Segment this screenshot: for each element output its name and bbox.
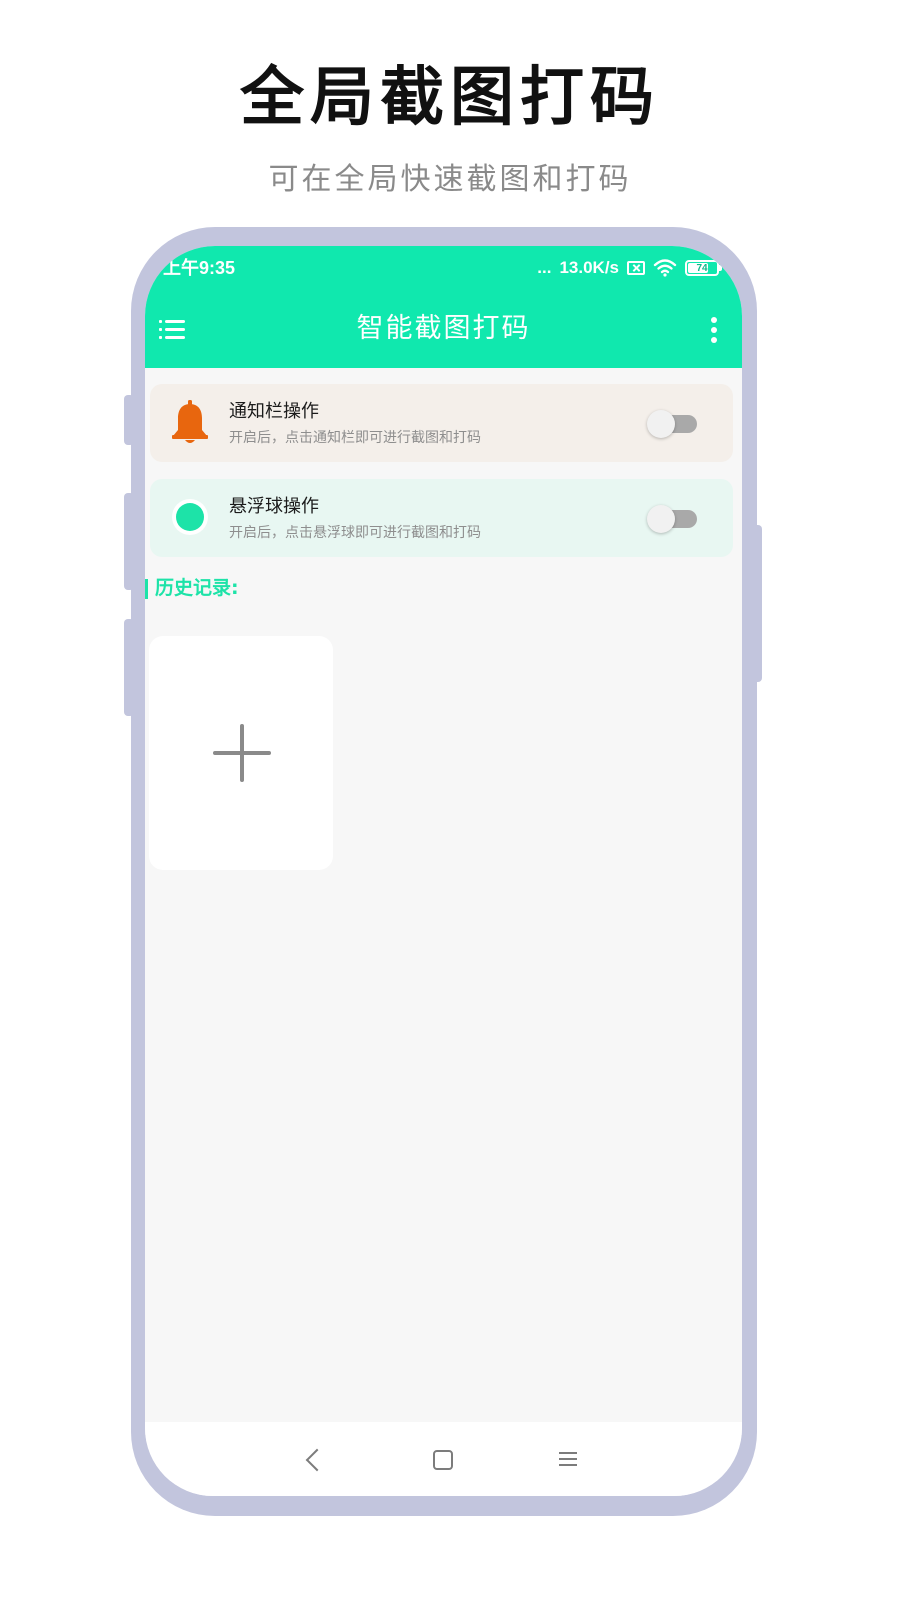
hero-title: 全局截图打码 bbox=[240, 61, 660, 135]
notify-setting-description: 开启后，点击通知栏即可进行截图和打码 bbox=[229, 430, 481, 446]
more-vertical-icon[interactable] bbox=[710, 316, 718, 344]
toolbar-title: 智能截图打码 bbox=[356, 313, 531, 344]
float-setting-title: 悬浮球操作 bbox=[229, 496, 319, 517]
status-time: 上午9:35 bbox=[163, 258, 236, 278]
bell-icon bbox=[172, 400, 208, 443]
status-indicators: ... 13.0K/s 74 bbox=[537, 256, 722, 280]
recents-icon[interactable] bbox=[559, 1451, 577, 1467]
navigation-bar bbox=[145, 1422, 742, 1496]
hero-subtitle: 可在全局快速截图和打码 bbox=[268, 162, 632, 197]
notify-toggle[interactable] bbox=[647, 410, 699, 438]
back-icon[interactable] bbox=[305, 1448, 329, 1472]
app-bar: 上午9:35 ... 13.0K/s 74 智能截图打码 bbox=[145, 246, 742, 368]
wifi-icon bbox=[653, 259, 677, 277]
float-setting-description: 开启后，点击悬浮球即可进行截图和打码 bbox=[229, 525, 481, 541]
battery-level: 74 bbox=[696, 262, 708, 274]
history-accent-bar bbox=[145, 579, 148, 599]
float-setting-card: 悬浮球操作 开启后，点击悬浮球即可进行截图和打码 bbox=[150, 479, 733, 557]
home-icon[interactable] bbox=[433, 1450, 453, 1470]
signal-dots: ... bbox=[537, 258, 552, 277]
history-label: 历史记录: bbox=[155, 577, 239, 599]
floating-ball-icon bbox=[172, 499, 208, 535]
no-sim-icon bbox=[627, 261, 645, 275]
battery-icon: 74 bbox=[685, 260, 722, 276]
notify-setting-title: 通知栏操作 bbox=[229, 401, 319, 422]
notify-setting-card: 通知栏操作 开启后，点击通知栏即可进行截图和打码 bbox=[150, 384, 733, 462]
phone-screen: 上午9:35 ... 13.0K/s 74 智能截图打码 通知栏操作 开启后，点… bbox=[145, 246, 742, 1496]
network-speed: 13.0K/s bbox=[559, 258, 619, 277]
add-screenshot-tile[interactable] bbox=[149, 636, 333, 870]
plus-icon bbox=[213, 724, 271, 782]
float-toggle[interactable] bbox=[647, 505, 699, 533]
